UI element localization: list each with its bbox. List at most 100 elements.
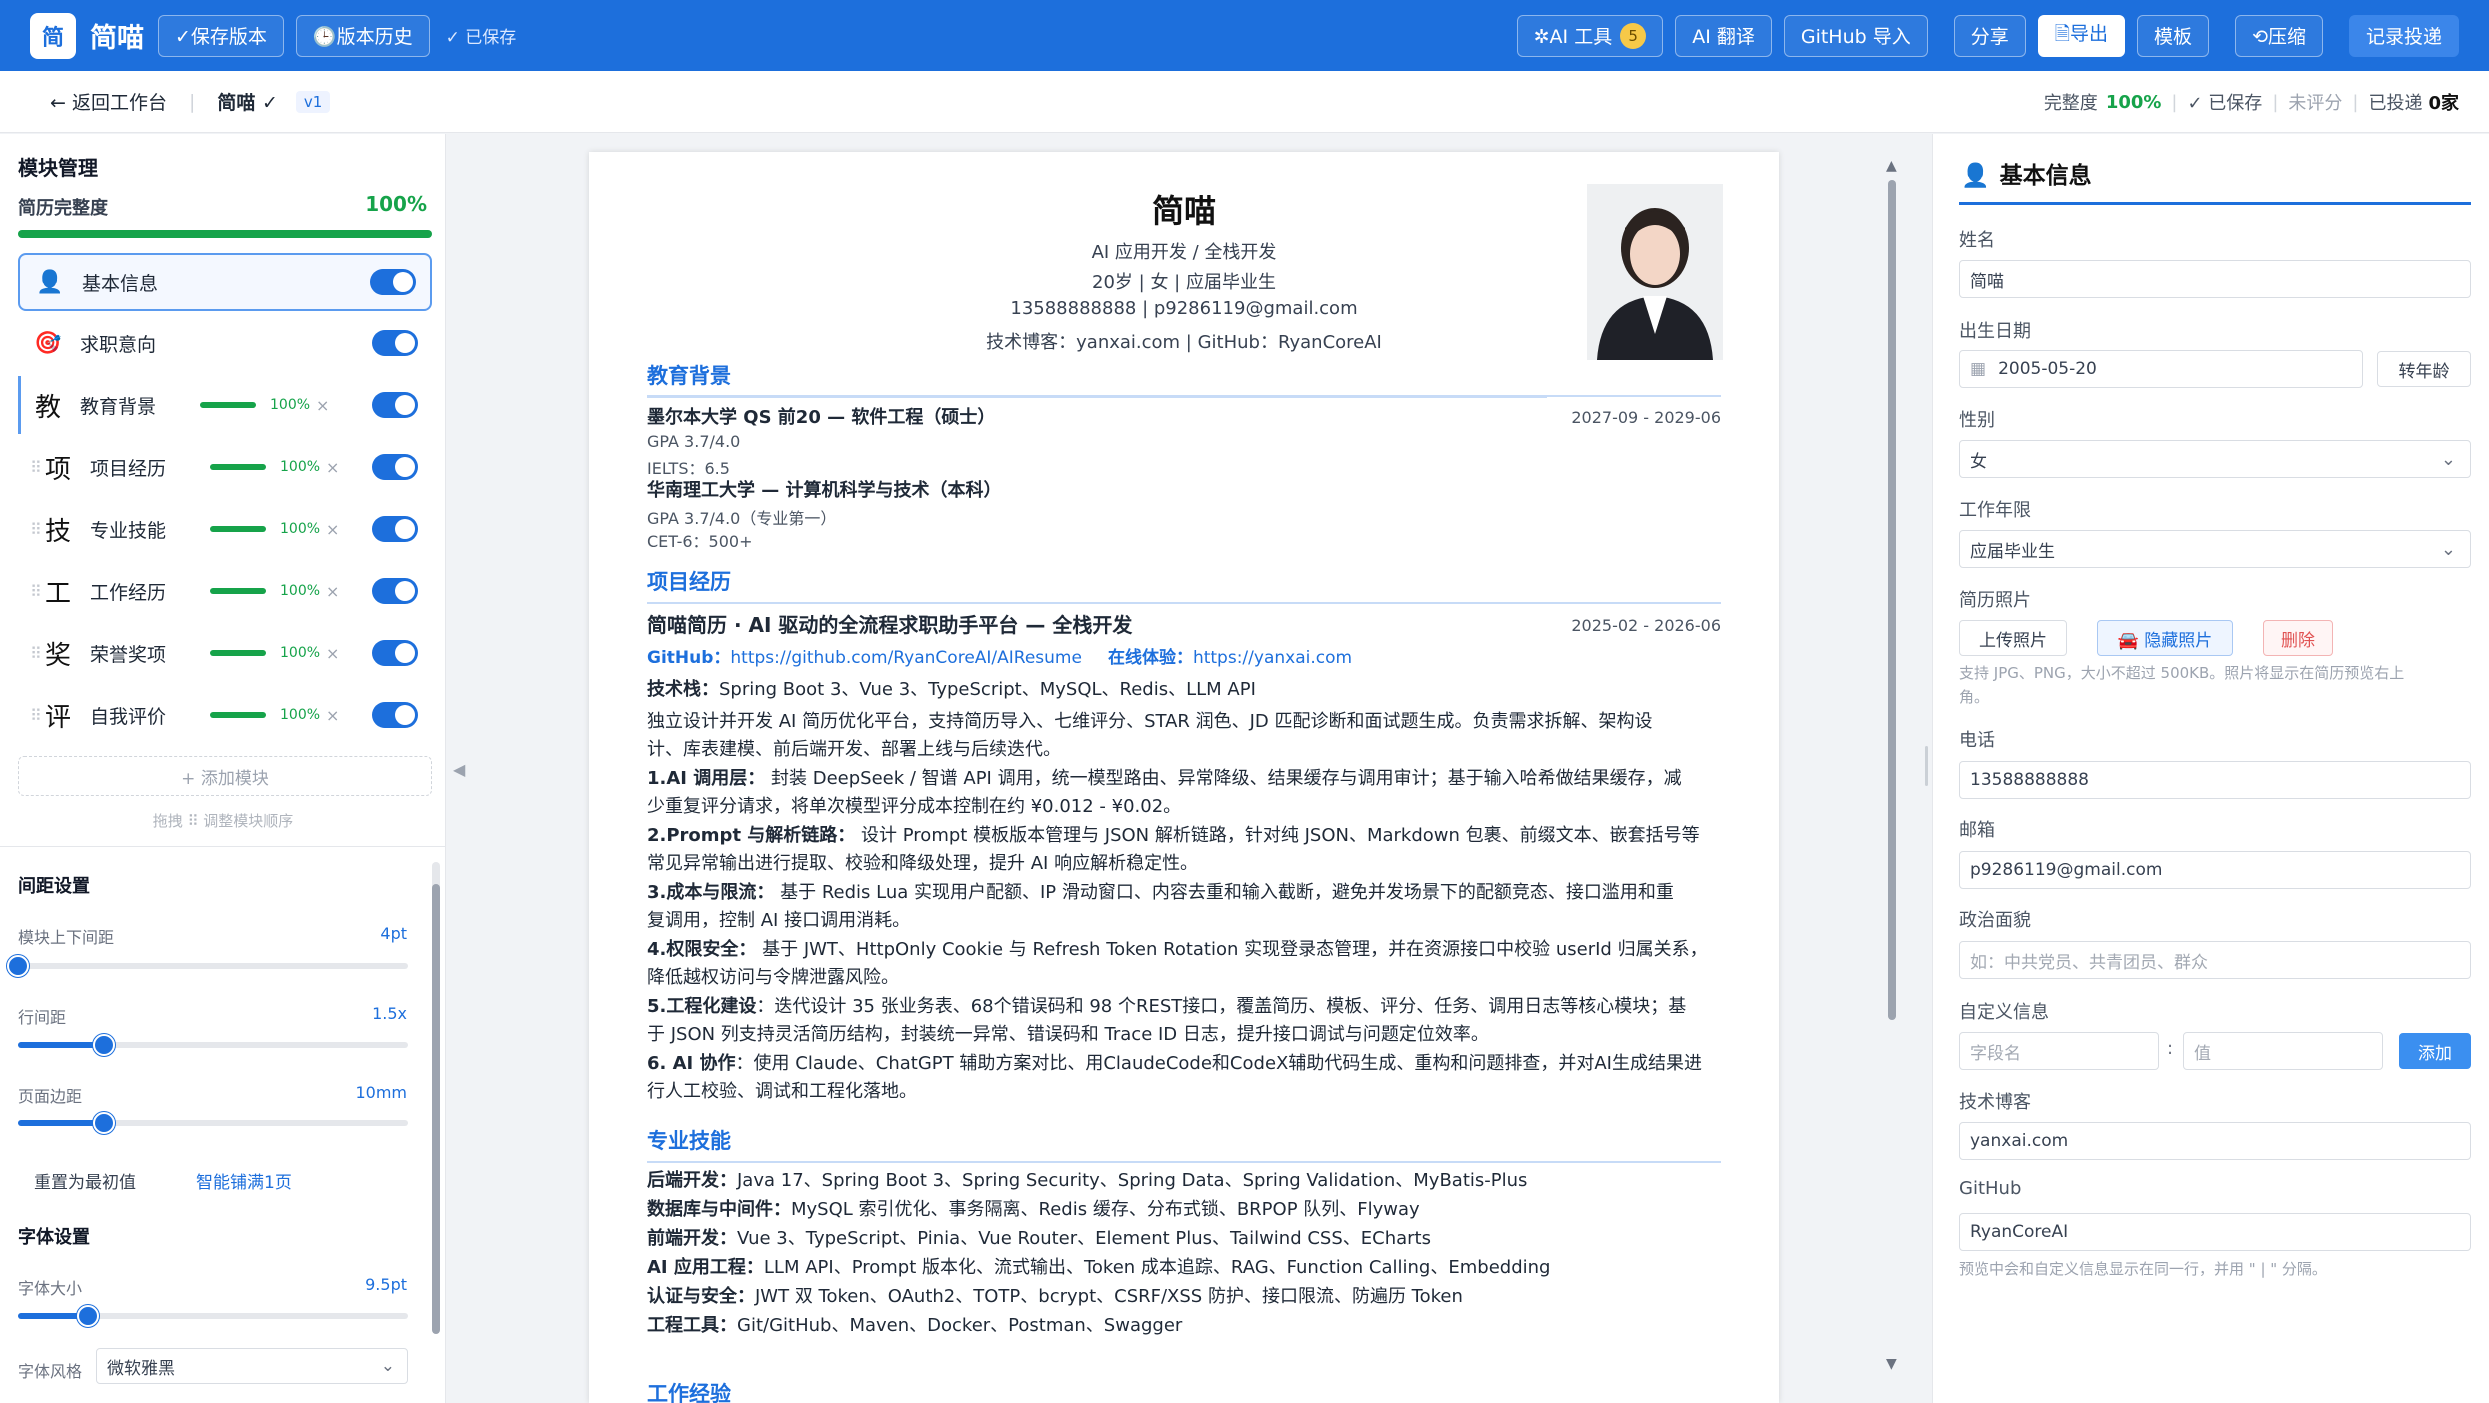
delete-photo-button[interactable]: 删除 — [2263, 620, 2333, 656]
collapse-left-icon[interactable]: ◀ — [453, 760, 465, 779]
point-text: 基于 Redis Lua 实现用户配额、IP 滑动窗口、内容去重和输入截断，避免… — [780, 882, 1674, 903]
module-toggle[interactable] — [372, 392, 418, 418]
dob-input[interactable]: ▦ 2005-05-20 — [1959, 350, 2363, 388]
ai-tools-badge: 5 — [1620, 22, 1647, 49]
module-spacing-slider[interactable] — [7, 955, 408, 977]
version-history-button[interactable]: 🕒版本历史 — [295, 14, 430, 57]
remove-icon[interactable]: × — [326, 706, 350, 725]
github-input[interactable]: RyanCoreAI — [1959, 1213, 2471, 1251]
years-select[interactable]: 应届毕业生 ⌄ — [1959, 530, 2471, 568]
module-toggle[interactable] — [372, 516, 418, 542]
slider-value: 9.5pt — [365, 1275, 407, 1294]
project-point: 5.工程化建设：迭代设计 35 张业务表、68个错误码和 98 个REST接口，… — [647, 993, 1721, 1021]
phone-input[interactable]: 13588888888 — [1959, 761, 2471, 799]
edu-date: 2027-09 - 2029-06 — [1571, 408, 1721, 427]
module-work[interactable]: ⠿ 工 工作经历 100% × — [18, 562, 432, 620]
hide-photo-button[interactable]: 🚘 隐藏照片 — [2097, 620, 2233, 656]
project-point-cont: 常见异常输出进行提取、校验和降级处理，提升 AI 响应解析稳定性。 — [647, 853, 1199, 874]
remove-icon[interactable]: × — [326, 582, 350, 601]
add-module-button[interactable]: + 添加模块 — [18, 756, 432, 796]
page-margin-slider[interactable] — [18, 1112, 408, 1134]
project-desc-line: 计、库表建模、前后端开发、部署上线与后续迭代。 — [647, 739, 1061, 760]
module-toggle[interactable] — [372, 702, 418, 728]
github-import-button[interactable]: GitHub 导入 — [1783, 14, 1928, 57]
remove-icon[interactable]: × — [326, 458, 350, 477]
scroll-up-icon[interactable]: ▲ — [1886, 158, 1897, 174]
ai-translate-button[interactable]: AI 翻译 — [1675, 14, 1772, 57]
custom-field-name-input[interactable]: 字段名 — [1959, 1032, 2159, 1070]
back-to-workspace-link[interactable]: ← 返回工作台 — [50, 88, 167, 115]
colon-separator: : — [2167, 1038, 2174, 1059]
module-toggle[interactable] — [372, 454, 418, 480]
point-text: ：使用 Claude、ChatGPT 辅助方案对比、用ClaudeCode和Co… — [735, 1053, 1702, 1074]
module-progress: 100% — [280, 459, 321, 475]
module-projects[interactable]: ⠿ 项 项目经历 100% × — [18, 438, 432, 496]
blog-input[interactable]: yanxai.com — [1959, 1122, 2471, 1160]
slider-handle[interactable] — [7, 955, 29, 977]
slider-handle[interactable] — [92, 1034, 115, 1056]
module-job-intention[interactable]: 🎯 求职意向 — [18, 314, 432, 372]
remove-icon[interactable]: × — [326, 520, 350, 539]
demo-label: 在线体验： — [1107, 648, 1193, 668]
module-toggle[interactable] — [370, 269, 416, 295]
completeness-value: 100% — [2105, 91, 2162, 113]
share-button[interactable]: 分享 — [1953, 14, 2026, 57]
panel-resize-handle[interactable] — [1925, 746, 1928, 786]
font-size-slider[interactable] — [18, 1305, 408, 1327]
scroll-down-icon[interactable]: ▼ — [1886, 1356, 1897, 1372]
custom-field-value-input[interactable]: 值 — [2183, 1032, 2383, 1070]
project-point: 6. AI 协作：使用 Claude、ChatGPT 辅助方案对比、用Claud… — [647, 1050, 1721, 1078]
drag-handle-icon[interactable]: ⠿ — [30, 706, 42, 725]
drag-handle-icon[interactable]: ⠿ — [30, 458, 42, 477]
smart-fill-button[interactable]: 智能铺满1页 — [196, 1168, 292, 1193]
template-button[interactable]: 模板 — [2137, 14, 2210, 57]
drag-handle-icon[interactable]: ⠿ — [30, 520, 42, 539]
module-progress-bar — [210, 712, 266, 718]
module-toggle[interactable] — [372, 578, 418, 604]
export-button[interactable]: 🗎导出 — [2037, 14, 2126, 57]
font-style-select[interactable]: 微软雅黑 ⌄ — [96, 1348, 408, 1384]
module-toggle[interactable] — [372, 640, 418, 666]
remove-icon[interactable]: × — [326, 644, 350, 663]
left-scrollbar-thumb[interactable] — [432, 884, 440, 1334]
point-text: 封装 DeepSeek / 智谱 API 调用，统一模型路由、异常降级、结果缓存… — [771, 768, 1682, 789]
module-awards[interactable]: ⠿ 奖 荣誉奖项 100% × — [18, 624, 432, 682]
drag-handle-icon[interactable]: ⠿ — [30, 644, 42, 663]
photo-label: 简历照片 — [1959, 590, 2031, 611]
drag-handle-icon[interactable]: ⠿ — [30, 582, 42, 601]
remove-icon[interactable]: × — [316, 396, 340, 415]
module-self-evaluation[interactable]: ⠿ 评 自我评价 100% × — [18, 686, 432, 744]
ai-tools-button[interactable]: ✲AI 工具 5 — [1516, 14, 1664, 57]
divider: | — [2352, 91, 2359, 113]
email-input[interactable]: p9286119@gmail.com — [1959, 851, 2471, 889]
module-progress-bar — [210, 464, 266, 470]
education-icon: 教 — [34, 392, 61, 423]
user-icon: 👤 — [36, 269, 64, 295]
module-toggle[interactable] — [372, 330, 418, 356]
github-link[interactable]: https://github.com/RyanCoreAI/AIResume — [730, 648, 1082, 668]
skill-value: JWT 双 Token、OAuth2、TOTP、bcrypt、CSRF/XSS … — [755, 1286, 1463, 1307]
reset-button[interactable]: 重置为最初值 — [34, 1168, 136, 1193]
demo-link[interactable]: https://yanxai.com — [1193, 648, 1352, 668]
line-spacing-slider[interactable] — [18, 1034, 408, 1056]
record-application-button[interactable]: 记录投递 — [2348, 14, 2459, 57]
years-label: 工作年限 — [1959, 500, 2031, 521]
module-progress-bar — [210, 650, 266, 656]
preview-scrollbar-thumb[interactable] — [1888, 180, 1896, 1020]
compress-button[interactable]: ⟲压缩 — [2235, 14, 2323, 57]
gender-value: 女 — [1970, 451, 1987, 472]
gender-select[interactable]: 女 ⌄ — [1959, 440, 2471, 478]
upload-photo-button[interactable]: 上传照片 — [1959, 620, 2067, 656]
module-progress: 100% — [280, 645, 321, 661]
name-input[interactable]: 简喵 — [1959, 260, 2471, 298]
score-status: 未评分 — [2288, 93, 2343, 114]
politics-input[interactable]: 如：中共党员、共青团员、群众 — [1959, 941, 2471, 979]
slider-handle[interactable] — [77, 1305, 100, 1327]
add-custom-info-button[interactable]: 添加 — [2399, 1033, 2471, 1069]
slider-handle[interactable] — [92, 1112, 115, 1134]
module-skills[interactable]: ⠿ 技 专业技能 100% × — [18, 500, 432, 558]
save-version-button[interactable]: ✓保存版本 — [158, 14, 284, 57]
to-age-button[interactable]: 转年龄 — [2377, 351, 2471, 387]
module-basic-info[interactable]: 👤 基本信息 — [18, 253, 432, 311]
module-education[interactable]: 教 教育背景 100% × — [18, 376, 432, 434]
